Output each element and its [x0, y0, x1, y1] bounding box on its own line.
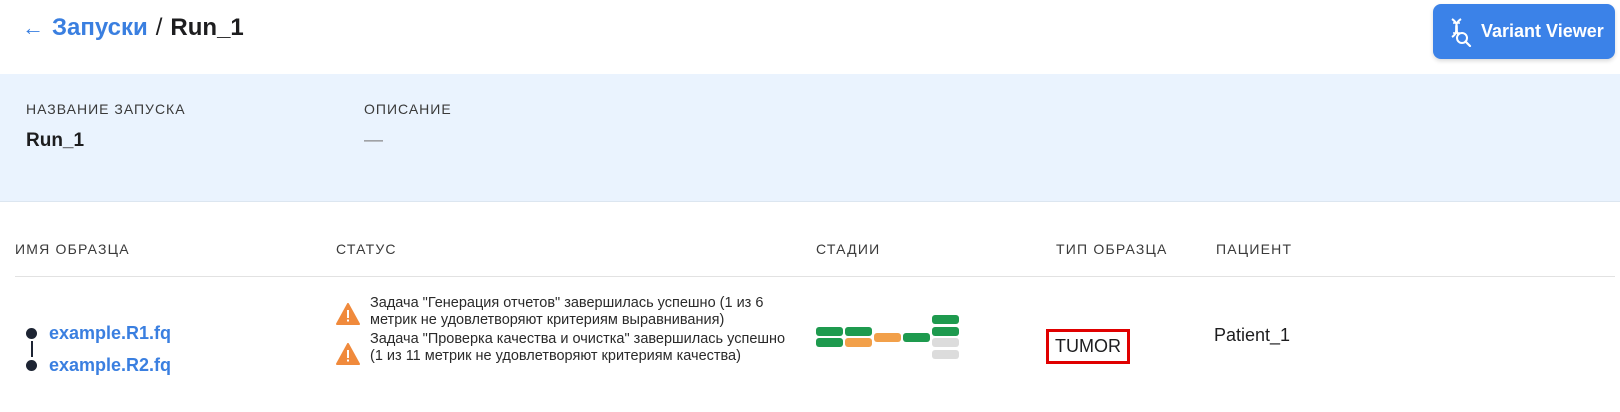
- stage-block-pending[interactable]: [932, 349, 959, 359]
- sample-files-list: example.R1.fq example.R2.fq: [25, 317, 171, 381]
- stage-block-success[interactable]: [932, 315, 959, 325]
- status-message: Задача "Проверка качества и очистка" зав…: [370, 331, 786, 364]
- sample-file-link[interactable]: example.R1.fq: [49, 323, 171, 344]
- variant-viewer-label: Variant Viewer: [1481, 21, 1604, 41]
- sample-connector: [31, 341, 33, 357]
- sample-type-value: TUMOR: [1046, 329, 1130, 364]
- warning-icon: [336, 303, 360, 325]
- breadcrumb-runs-link[interactable]: Запуски: [52, 14, 148, 42]
- variant-viewer-button[interactable]: Variant Viewer: [1433, 4, 1615, 59]
- status-cell: Задача "Генерация отчетов" завершилась у…: [336, 295, 796, 367]
- bullet-dot-icon: [26, 327, 37, 339]
- stage-block-success[interactable]: [903, 332, 930, 342]
- stage-block-success[interactable]: [845, 326, 872, 336]
- sample-file-item: example.R1.fq: [25, 317, 171, 349]
- column-sample-type[interactable]: ТИП ОБРАЗЦА: [1056, 241, 1168, 257]
- warning-icon: [336, 343, 360, 365]
- page-header: ← Запуски / Run_1 Variant Viewer: [0, 0, 1620, 74]
- stage-block-success[interactable]: [932, 326, 959, 336]
- column-stages[interactable]: СТАДИИ: [816, 241, 880, 257]
- stage-block-warning[interactable]: [874, 332, 901, 342]
- sample-file-item: example.R2.fq: [25, 349, 171, 381]
- breadcrumb-separator: /: [155, 14, 163, 41]
- bullet-dot-icon: [26, 359, 37, 371]
- breadcrumb-current: Run_1: [170, 14, 244, 41]
- column-status[interactable]: СТАТУС: [336, 241, 397, 257]
- dna-search-icon: [1451, 17, 1472, 47]
- column-sample-name[interactable]: ИМЯ ОБРАЗЦА: [15, 241, 130, 257]
- patient-value: Patient_1: [1214, 325, 1291, 345]
- status-message: Задача "Генерация отчетов" завершилась у…: [370, 295, 764, 328]
- run-name-label: НАЗВАНИЕ ЗАПУСКА: [26, 101, 186, 117]
- description-value: —: [364, 130, 383, 151]
- stages-indicator[interactable]: [816, 307, 968, 367]
- stage-block-pending[interactable]: [932, 338, 959, 348]
- breadcrumb: ← Запуски / Run_1: [22, 14, 244, 42]
- status-item: Задача "Проверка качества и очистка" зав…: [336, 331, 796, 365]
- back-arrow-icon[interactable]: ←: [22, 15, 44, 41]
- sample-file-link[interactable]: example.R2.fq: [49, 355, 171, 376]
- stage-block-warning[interactable]: [845, 338, 872, 348]
- run-info-panel: НАЗВАНИЕ ЗАПУСКА Run_1 ОПИСАНИЕ —: [0, 74, 1620, 202]
- stage-block-success[interactable]: [816, 326, 843, 336]
- stage-block-success[interactable]: [816, 338, 843, 348]
- column-patient[interactable]: ПАЦИЕНТ: [1216, 241, 1292, 257]
- table-row[interactable]: example.R1.fq example.R2.fq Задача "Гене…: [0, 277, 1620, 412]
- description-label: ОПИСАНИЕ: [364, 101, 452, 117]
- run-name-value: Run_1: [26, 130, 85, 151]
- status-item: Задача "Генерация отчетов" завершилась у…: [336, 295, 796, 329]
